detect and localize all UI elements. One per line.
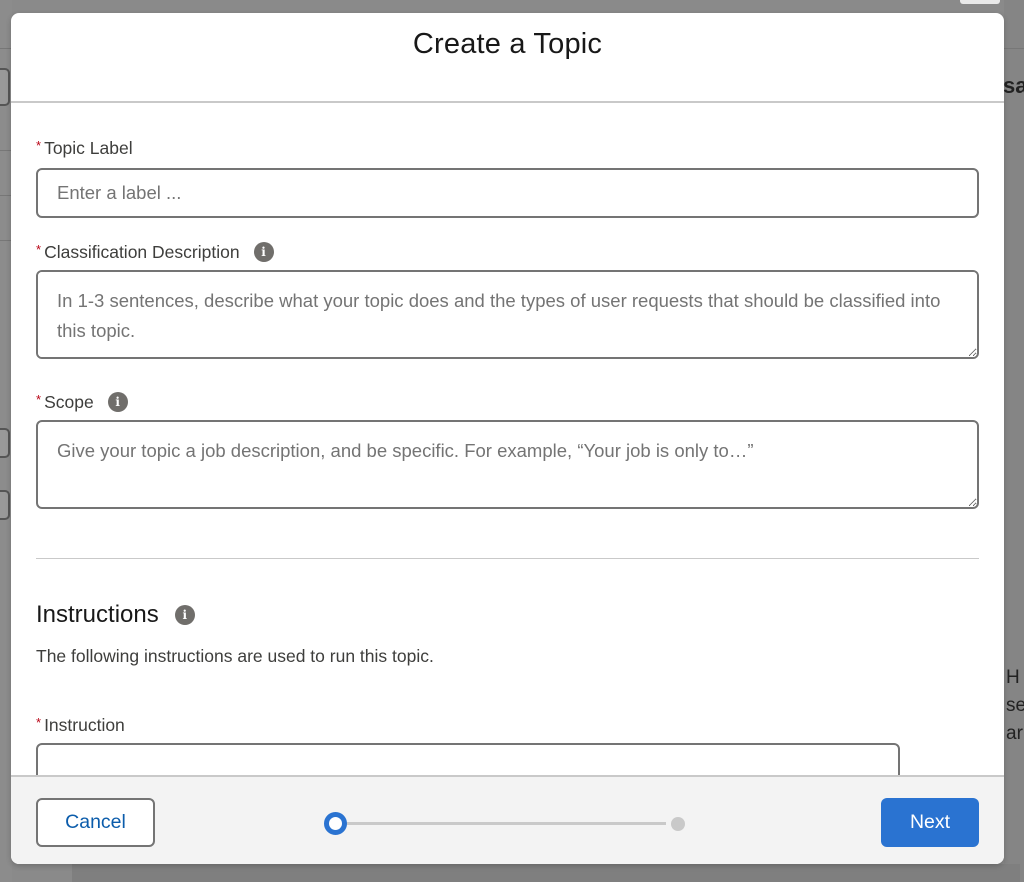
instructions-title: Instructions: [36, 601, 159, 628]
info-icon[interactable]: i: [107, 392, 128, 412]
info-icon[interactable]: i: [174, 605, 195, 625]
background-tab: [960, 0, 1000, 4]
required-marker: *: [36, 241, 42, 257]
required-marker: *: [36, 137, 42, 153]
required-marker: *: [36, 714, 42, 730]
next-button[interactable]: Next: [881, 798, 979, 847]
background-page-right: [1004, 0, 1024, 882]
progress-step-current[interactable]: [324, 812, 347, 835]
info-icon[interactable]: i: [253, 242, 274, 262]
scope-label: * Scope i: [36, 391, 979, 413]
progress-indicator: [324, 811, 687, 835]
classification-description-label: * Classification Description i: [36, 241, 979, 263]
cancel-button[interactable]: Cancel: [36, 798, 155, 847]
topic-label-label-text: Topic Label: [44, 137, 133, 158]
instructions-description: The following instructions are used to r…: [36, 646, 434, 666]
background-text-fragment: H se ar: [1006, 667, 1024, 744]
background-heading-fragment: sa: [1003, 73, 1024, 98]
background-dropdown: [0, 490, 10, 520]
instruction-textarea[interactable]: [36, 743, 900, 775]
modal-header: Create a Topic: [11, 13, 1004, 103]
section-divider: [36, 558, 979, 559]
background-dropdown: [0, 428, 10, 458]
background-divider: [1004, 48, 1024, 49]
modal-body[interactable]: * Topic Label * Classification Descripti…: [11, 103, 1004, 775]
scope-textarea[interactable]: [36, 420, 979, 509]
instruction-label-text: Instruction: [44, 714, 125, 735]
scope-field: * Scope i: [36, 391, 979, 514]
required-marker: *: [36, 391, 42, 407]
instruction-label: * Instruction: [36, 714, 979, 736]
instruction-field: * Instruction: [36, 714, 979, 736]
topic-label-field: * Topic Label: [36, 137, 979, 218]
progress-track: [344, 822, 666, 825]
topic-label-label: * Topic Label: [36, 137, 979, 159]
background-page-bottom: [72, 864, 1020, 882]
classification-description-label-text: Classification Description: [44, 241, 240, 262]
topic-label-input[interactable]: [36, 168, 979, 218]
modal-title: Create a Topic: [412, 28, 603, 61]
scope-label-text: Scope: [44, 391, 94, 412]
create-topic-modal: Create a Topic * Topic Label * Classific…: [11, 13, 1004, 864]
classification-description-textarea[interactable]: [36, 270, 979, 359]
background-control: [0, 68, 10, 106]
instructions-heading: Instructions i: [36, 601, 195, 629]
classification-description-field: * Classification Description i: [36, 241, 979, 364]
progress-step-next[interactable]: [671, 817, 685, 831]
modal-footer: Cancel Next: [11, 775, 1004, 864]
